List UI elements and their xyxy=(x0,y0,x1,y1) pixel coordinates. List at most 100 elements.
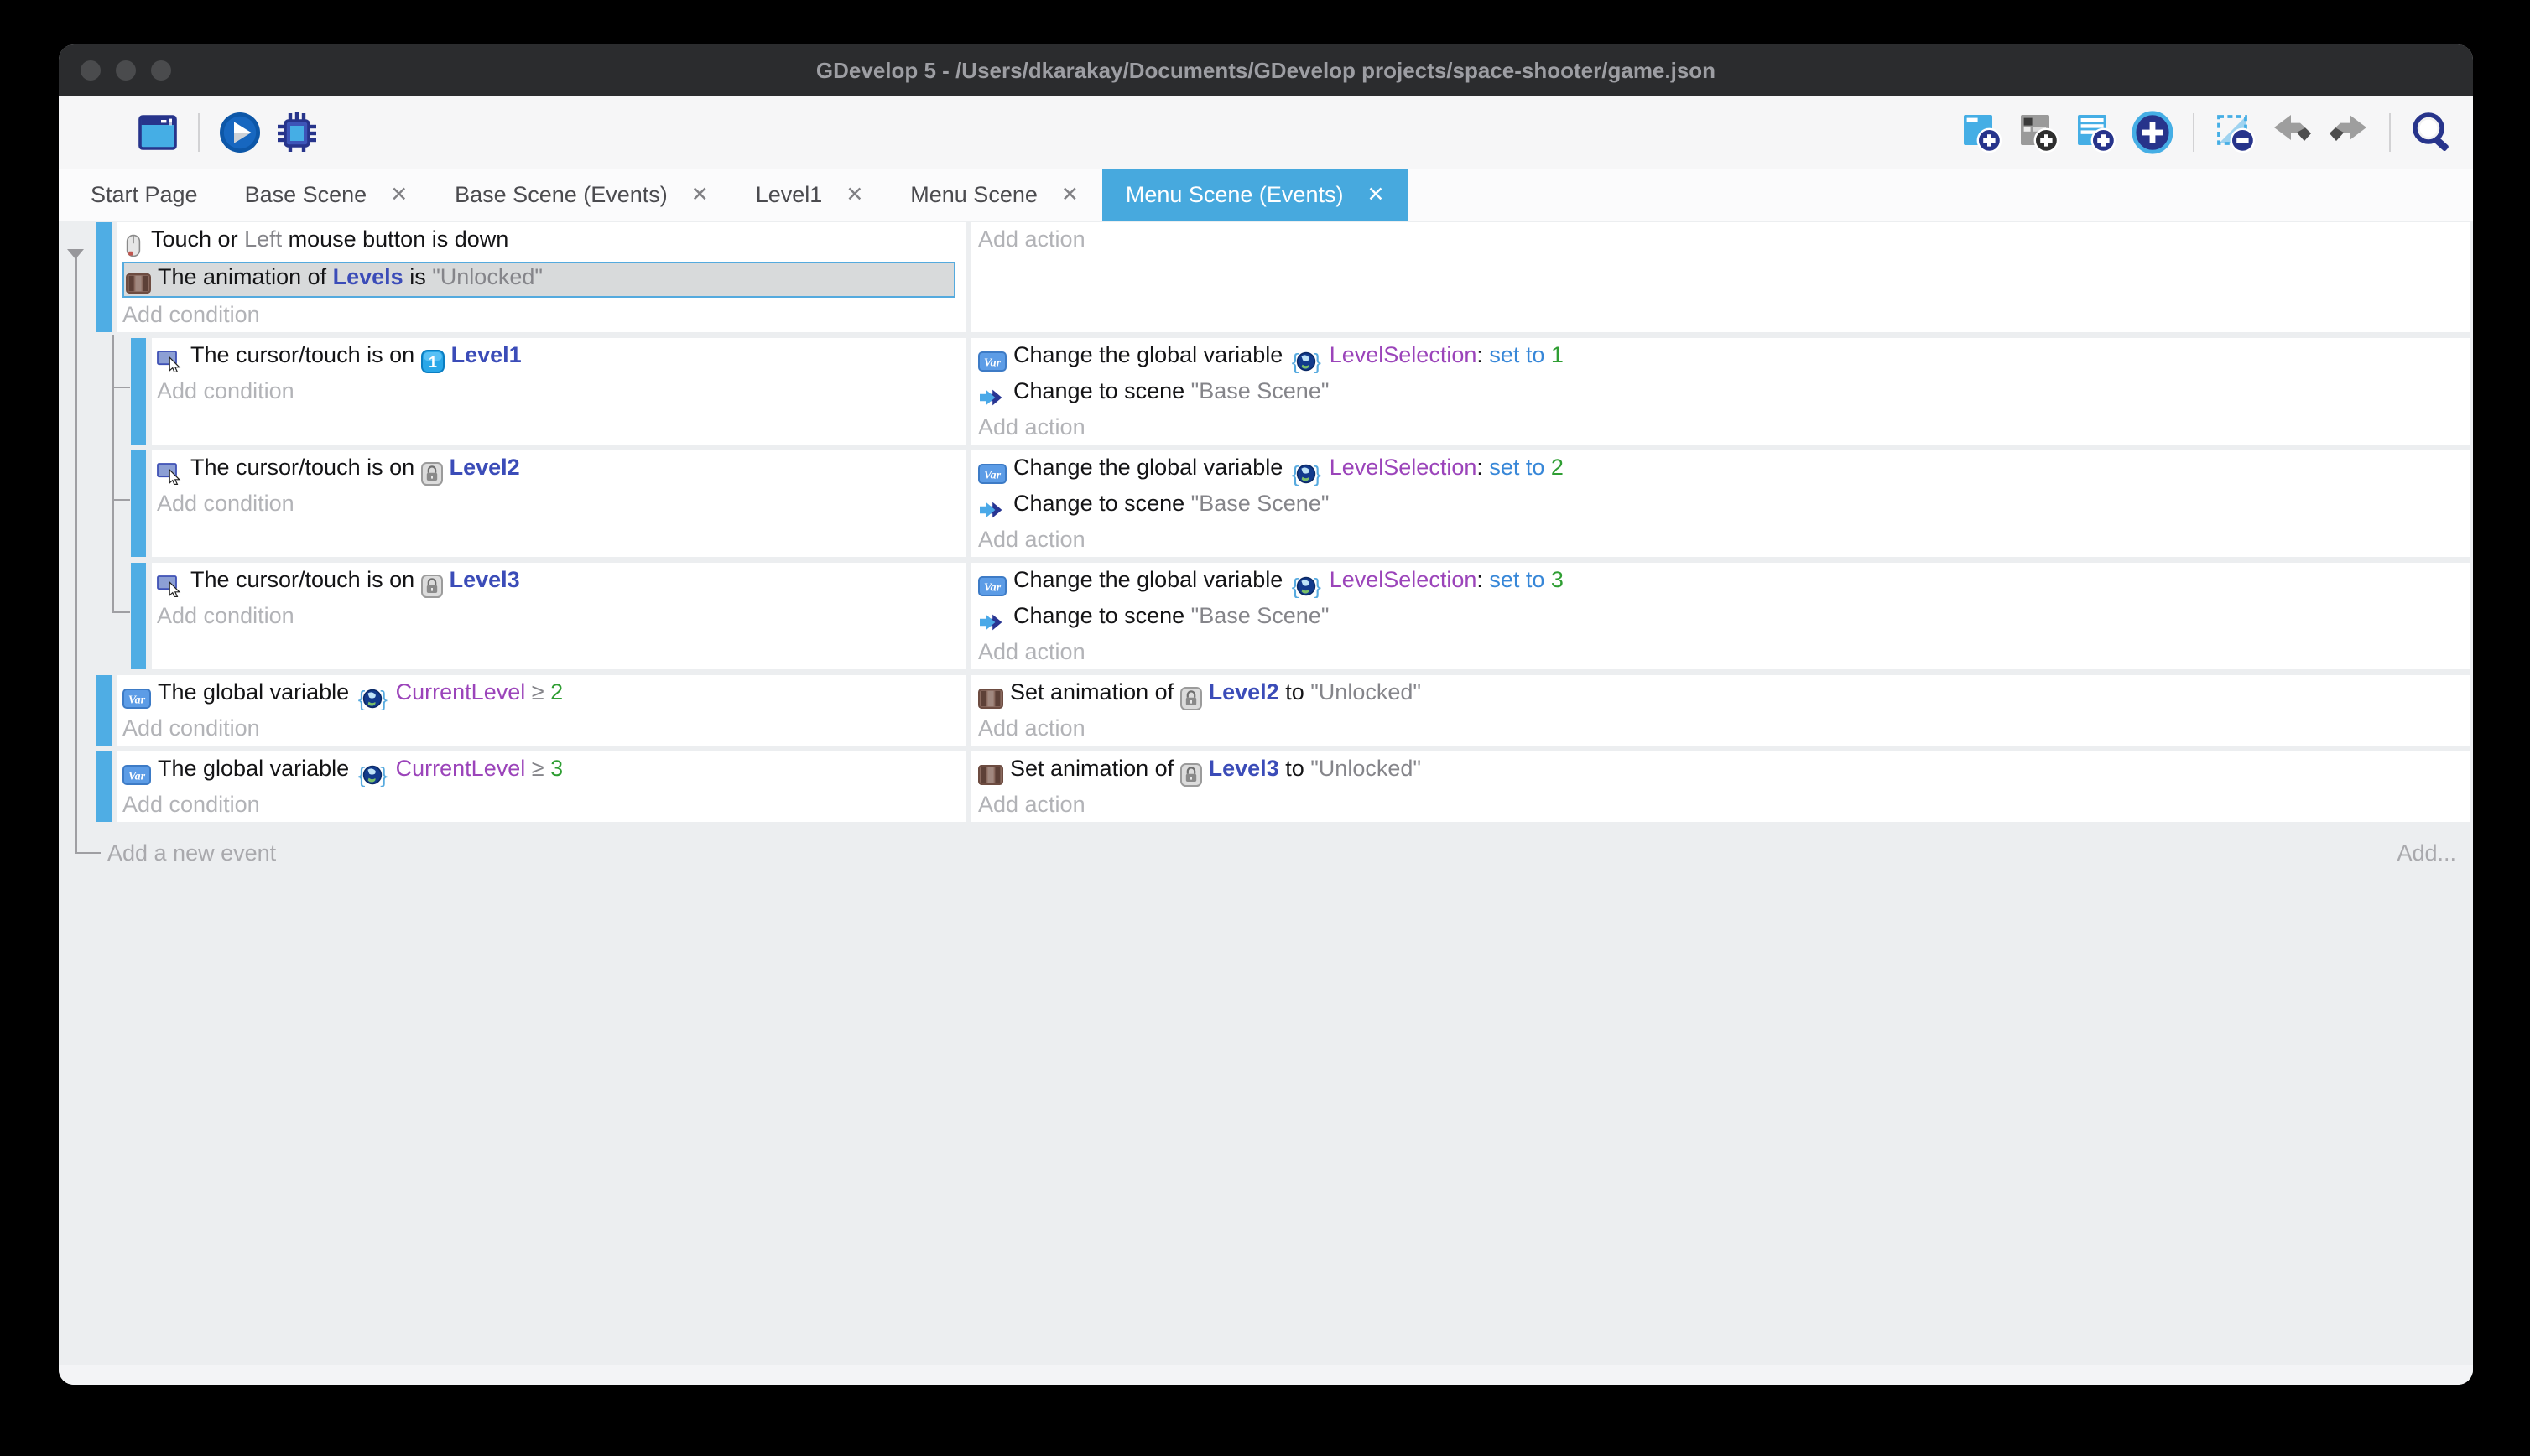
svg-text:Var: Var xyxy=(984,469,1002,481)
add-more-link[interactable]: Add... xyxy=(2397,840,2456,866)
level1-icon: 1 xyxy=(421,345,445,376)
close-tab-icon[interactable]: ✕ xyxy=(691,182,709,207)
condition-row[interactable]: VarThe global variable {}CurrentLevel ≥ … xyxy=(122,753,966,789)
text-segment: ≥ xyxy=(525,756,550,781)
add-action-link[interactable]: Add action xyxy=(978,713,2470,744)
actions-column: Add action xyxy=(971,222,2470,332)
add-subevent-button[interactable] xyxy=(2016,110,2061,155)
animation-icon xyxy=(978,682,1003,713)
add-condition-link[interactable]: Add condition xyxy=(122,789,966,820)
remove-event-button[interactable] xyxy=(2212,110,2257,155)
scene-icon xyxy=(978,381,1007,412)
conditions-column: VarThe global variable {}CurrentLevel ≥ … xyxy=(117,675,966,746)
search-button[interactable] xyxy=(2408,110,2454,155)
close-tab-icon[interactable]: ✕ xyxy=(390,182,408,207)
toolbar xyxy=(59,96,2473,169)
event-handle[interactable] xyxy=(96,222,112,332)
action-row[interactable]: Change to scene "Base Scene" xyxy=(978,488,2470,524)
text-segment: Level2 xyxy=(1209,679,1279,705)
actions-column: VarChange the global variable {}LevelSel… xyxy=(971,563,2470,669)
text-segment: "Base Scene" xyxy=(1191,491,1330,516)
text-segment: "Unlocked" xyxy=(1310,679,1421,705)
action-row[interactable]: Change to scene "Base Scene" xyxy=(978,376,2470,412)
redo-button[interactable] xyxy=(2326,110,2371,155)
conditions-column: Touch or Left mouse button is downThe an… xyxy=(117,222,966,332)
text-segment: 2 xyxy=(550,679,563,705)
undo-button[interactable] xyxy=(2269,110,2314,155)
event-handle[interactable] xyxy=(96,751,112,822)
event-handle[interactable] xyxy=(96,675,112,746)
action-row[interactable]: VarChange the global variable {}LevelSel… xyxy=(978,340,2470,376)
text-segment: set to xyxy=(1489,342,1551,367)
preview-play-button[interactable] xyxy=(217,110,263,155)
add-event-button[interactable] xyxy=(1959,110,2004,155)
var-icon: Var xyxy=(122,682,151,713)
event-handle[interactable] xyxy=(131,338,146,445)
window-title: GDevelop 5 - /Users/dkarakay/Documents/G… xyxy=(59,58,2473,84)
condition-row[interactable]: VarThe global variable {}CurrentLevel ≥ … xyxy=(122,677,966,713)
svg-text:Var: Var xyxy=(128,694,146,706)
add-action-link[interactable]: Add action xyxy=(978,789,2470,820)
add-condition-link[interactable]: Add condition xyxy=(122,299,966,330)
debugger-button[interactable] xyxy=(274,110,320,155)
tab-menu-scene[interactable]: Menu Scene✕ xyxy=(887,169,1102,221)
collapse-expander-icon[interactable] xyxy=(67,249,84,259)
tab-start-page[interactable]: Start Page xyxy=(67,169,221,221)
event-block: VarThe global variable {}CurrentLevel ≥ … xyxy=(96,751,2470,822)
text-segment: Set animation of xyxy=(1010,756,1180,781)
tab-base-scene[interactable]: Base Scene✕ xyxy=(221,169,432,221)
cursor-icon xyxy=(157,569,184,601)
close-tab-icon[interactable]: ✕ xyxy=(846,182,863,207)
text-segment: mouse button is down xyxy=(282,226,508,252)
condition-row[interactable]: The animation of Levels is "Unlocked" xyxy=(122,262,955,298)
text-segment: set to xyxy=(1489,567,1551,592)
globe-icon: {} xyxy=(1289,457,1323,488)
add-action-link[interactable]: Add action xyxy=(978,224,2470,255)
text-segment: : xyxy=(1476,567,1489,592)
add-new-event-link[interactable]: Add a new event xyxy=(107,840,276,866)
action-row[interactable]: Set animation of Level2 to "Unlocked" xyxy=(978,677,2470,713)
text-segment: LevelSelection xyxy=(1330,567,1477,592)
text-segment: set to xyxy=(1489,455,1551,480)
event-row: The cursor/touch is on 1Level1Add condit… xyxy=(131,338,2470,445)
condition-row[interactable]: The cursor/touch is on Level3 xyxy=(157,564,966,601)
zoom-button[interactable] xyxy=(151,60,171,81)
tab-base-scene-events[interactable]: Base Scene (Events)✕ xyxy=(431,169,732,221)
action-row[interactable]: VarChange the global variable {}LevelSel… xyxy=(978,452,2470,488)
add-action-link[interactable]: Add action xyxy=(978,412,2470,443)
close-tab-icon[interactable]: ✕ xyxy=(1367,182,1384,207)
add-condition-link[interactable]: Add condition xyxy=(157,376,966,407)
conditions-column: The cursor/touch is on Level2Add conditi… xyxy=(152,450,966,557)
conditions-column: VarThe global variable {}CurrentLevel ≥ … xyxy=(117,751,966,822)
globe-icon: {} xyxy=(1289,345,1323,376)
svg-text:}: } xyxy=(380,763,388,787)
conditions-column: The cursor/touch is on Level3Add conditi… xyxy=(152,563,966,669)
scene-editor-button[interactable] xyxy=(135,110,180,155)
event-handle[interactable] xyxy=(131,563,146,669)
close-button[interactable] xyxy=(81,60,101,81)
action-row[interactable]: Change to scene "Base Scene" xyxy=(978,601,2470,637)
add-condition-link[interactable]: Add condition xyxy=(122,713,966,744)
event-handle[interactable] xyxy=(131,450,146,557)
tab-menu-scene-events[interactable]: Menu Scene (Events)✕ xyxy=(1102,169,1408,221)
add-circle-button[interactable] xyxy=(2130,110,2175,155)
project-manager-button[interactable] xyxy=(78,110,123,155)
scene-icon xyxy=(978,606,1007,637)
add-condition-link[interactable]: Add condition xyxy=(157,488,966,519)
add-condition-link[interactable]: Add condition xyxy=(157,601,966,632)
tab-level1[interactable]: Level1✕ xyxy=(732,169,888,221)
condition-row[interactable]: The cursor/touch is on Level2 xyxy=(157,452,966,488)
action-row[interactable]: Set animation of Level3 to "Unlocked" xyxy=(978,753,2470,789)
text-segment: ≥ xyxy=(525,679,550,705)
close-tab-icon[interactable]: ✕ xyxy=(1061,182,1079,207)
add-action-link[interactable]: Add action xyxy=(978,524,2470,555)
add-action-link[interactable]: Add action xyxy=(978,637,2470,668)
event-block: VarThe global variable {}CurrentLevel ≥ … xyxy=(96,675,2470,746)
scene-icon xyxy=(978,493,1007,524)
add-comment-button[interactable] xyxy=(2073,110,2118,155)
condition-row[interactable]: The cursor/touch is on 1Level1 xyxy=(157,340,966,376)
minimize-button[interactable] xyxy=(116,60,136,81)
text-segment: The cursor/touch is on xyxy=(190,567,421,592)
action-row[interactable]: VarChange the global variable {}LevelSel… xyxy=(978,564,2470,601)
condition-row[interactable]: Touch or Left mouse button is down xyxy=(122,224,966,260)
